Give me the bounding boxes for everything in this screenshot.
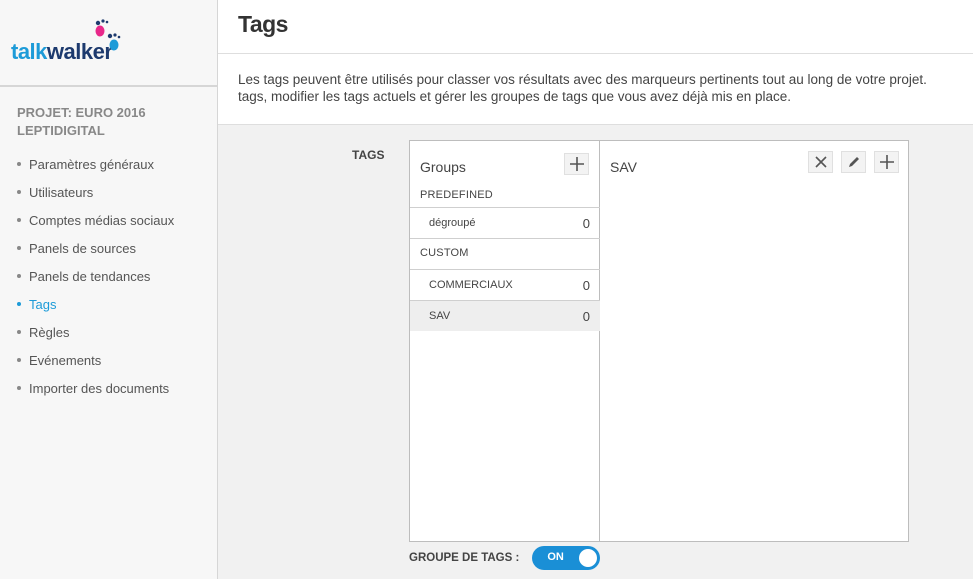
toggle-label: GROUPE DE TAGS : xyxy=(409,552,520,564)
logo[interactable]: talkwalker xyxy=(0,0,217,87)
sidebar-item-label: Règles xyxy=(29,324,70,340)
bullet-icon xyxy=(17,386,21,390)
sidebar-item-sources[interactable]: Panels de sources xyxy=(17,234,174,262)
tags-panel: Groups PREDEFINED dégroupé 0 CUSTOM COMM… xyxy=(409,140,909,542)
tag-group-toggle-row: GROUPE DE TAGS : ON xyxy=(409,546,601,570)
add-group-button[interactable] xyxy=(564,153,589,175)
sidebar-item-label: Panels de sources xyxy=(29,240,136,256)
tag-group-toggle[interactable]: ON xyxy=(532,546,601,570)
group-count: 0 xyxy=(582,277,590,293)
sidebar-item-tags[interactable]: Tags xyxy=(17,290,174,318)
logo-talk: talk xyxy=(11,39,47,64)
groups-column: Groups PREDEFINED dégroupé 0 CUSTOM COMM… xyxy=(410,141,600,541)
sidebar-item-parametres[interactable]: Paramètres généraux xyxy=(17,150,174,178)
group-detail-column: SAV xyxy=(600,141,908,541)
delete-group-button[interactable] xyxy=(808,151,833,173)
sidebar-item-label: Importer des documents xyxy=(29,380,170,396)
custom-label: CUSTOM xyxy=(410,238,600,259)
edit-group-button[interactable] xyxy=(841,151,866,173)
close-icon xyxy=(814,156,827,168)
sidebar-item-label: Panels de tendances xyxy=(29,268,151,284)
bullet-icon xyxy=(17,246,21,250)
sidebar-item-tendances[interactable]: Panels de tendances xyxy=(17,262,174,290)
bullet-icon xyxy=(17,302,21,306)
sidebar-nav: Paramètres généraux Utilisateurs Comptes… xyxy=(17,150,174,402)
group-row-sav[interactable]: SAV 0 xyxy=(410,300,600,331)
plus-icon xyxy=(879,155,894,169)
sidebar-item-regles[interactable]: Règles xyxy=(17,318,174,346)
page-header: Tags xyxy=(218,0,973,54)
group-count: 0 xyxy=(582,215,590,231)
groups-title: Groups xyxy=(420,159,466,175)
toggle-knob xyxy=(579,549,598,567)
group-name: SAV xyxy=(429,310,451,322)
sidebar-item-label: Paramètres généraux xyxy=(29,156,155,172)
bullet-icon xyxy=(17,330,21,334)
project-name: PROJET: EURO 2016 LEPTIDIGITAL xyxy=(17,105,146,138)
plus-icon xyxy=(569,157,584,171)
add-tag-button[interactable] xyxy=(874,151,899,173)
bullet-icon xyxy=(17,218,21,222)
sidebar: talkwalker PROJET: EURO 2016 LEPTIDIGITA… xyxy=(0,0,218,579)
bullet-icon xyxy=(17,162,21,166)
page-description: Les tags peuvent être utilisés pour clas… xyxy=(238,71,973,105)
group-name: COMMERCIAUX xyxy=(429,279,513,291)
group-name: dégroupé xyxy=(429,217,476,229)
sidebar-item-comptes[interactable]: Comptes médias sociaux xyxy=(17,206,174,234)
sidebar-item-utilisateurs[interactable]: Utilisateurs xyxy=(17,178,174,206)
group-row-degroupe[interactable]: dégroupé 0 xyxy=(410,207,600,238)
sidebar-item-importer[interactable]: Importer des documents xyxy=(17,374,174,402)
group-row-commerciaux[interactable]: COMMERCIAUX 0 xyxy=(410,269,600,300)
group-count: 0 xyxy=(582,308,590,324)
sidebar-item-label: Evénements xyxy=(29,352,102,368)
tags-section-label: TAGS xyxy=(352,148,385,162)
sidebar-item-label: Utilisateurs xyxy=(29,184,94,200)
page-title: Tags xyxy=(238,11,288,37)
toggle-state: ON xyxy=(547,551,564,563)
footprints-icon xyxy=(95,19,121,51)
description-line-1: Les tags peuvent être utilisés pour clas… xyxy=(238,72,927,87)
sidebar-item-label: Comptes médias sociaux xyxy=(29,212,175,228)
bullet-icon xyxy=(17,190,21,194)
predefined-label: PREDEFINED xyxy=(420,189,493,201)
group-detail-title: SAV xyxy=(610,159,637,175)
sidebar-item-label: Tags xyxy=(29,296,57,312)
bullet-icon xyxy=(17,358,21,362)
pencil-icon xyxy=(848,157,859,167)
bullet-icon xyxy=(17,274,21,278)
description-band: Les tags peuvent être utilisés pour clas… xyxy=(218,54,973,125)
description-line-2: tags, modifier les tags actuels et gérer… xyxy=(238,89,792,104)
sidebar-item-evenements[interactable]: Evénements xyxy=(17,346,174,374)
